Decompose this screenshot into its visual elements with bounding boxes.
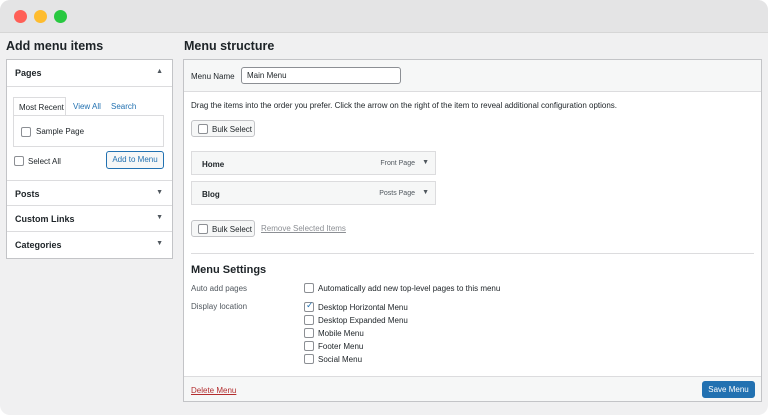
sample-page-label: Sample Page (36, 127, 85, 136)
location-mobile-checkbox[interactable] (304, 328, 314, 338)
location-desktop-horizontal-checkbox[interactable] (304, 300, 314, 312)
minimize-window-button[interactable] (34, 10, 47, 23)
add-menu-items-heading: Add menu items (6, 39, 104, 53)
menu-item-type: Front Page (380, 160, 415, 167)
caret-down-icon[interactable]: ▼ (422, 189, 429, 196)
chevron-down-icon: ▼ (156, 240, 163, 247)
menu-name-bar: Menu Name (184, 60, 761, 92)
title-bar (0, 0, 768, 33)
section-categories-header[interactable]: Categories ▼ (7, 232, 172, 258)
save-menu-button[interactable]: Save Menu (702, 381, 755, 398)
location-social-label: Social Menu (318, 355, 363, 364)
section-custom-links-header[interactable]: Custom Links ▼ (7, 206, 172, 232)
bulk-select-label: Bulk Select (212, 225, 253, 234)
auto-add-pages-label: Auto add pages (191, 284, 248, 293)
menu-footer: Delete Menu Save Menu (184, 376, 761, 401)
section-posts-header[interactable]: Posts ▼ (7, 180, 172, 206)
bulk-select-checkbox[interactable] (198, 224, 208, 234)
menu-structure-heading: Menu structure (184, 39, 275, 53)
app-window: Add menu items Pages ▲ Most Recent View … (0, 0, 768, 415)
remove-selected-items-link[interactable]: Remove Selected Items (261, 224, 346, 233)
auto-add-pages-checkbox[interactable] (304, 283, 314, 293)
section-posts-label: Posts (15, 189, 40, 199)
display-location-label: Display location (191, 302, 248, 311)
bulk-select-label: Bulk Select (212, 125, 253, 134)
bulk-select-checkbox[interactable] (198, 124, 208, 134)
tab-most-recent[interactable]: Most Recent (13, 97, 66, 116)
select-all-checkbox[interactable] (14, 156, 24, 166)
location-desktop-expanded-checkbox[interactable] (304, 315, 314, 325)
section-custom-links-label: Custom Links (15, 214, 75, 224)
chevron-down-icon: ▼ (156, 189, 163, 196)
menu-item-title: Home (202, 160, 225, 169)
location-desktop-expanded-label: Desktop Expanded Menu (318, 316, 408, 325)
menu-item-home[interactable]: Home Front Page ▼ (191, 151, 436, 175)
maximize-window-button[interactable] (54, 10, 67, 23)
location-social-checkbox[interactable] (304, 354, 314, 364)
caret-down-icon[interactable]: ▼ (422, 159, 429, 166)
location-desktop-horizontal-label: Desktop Horizontal Menu (318, 303, 408, 312)
tab-search[interactable]: Search (111, 97, 136, 116)
add-to-menu-button[interactable]: Add to Menu (106, 151, 164, 169)
location-footer-checkbox[interactable] (304, 341, 314, 351)
location-mobile-label: Mobile Menu (318, 329, 364, 338)
menu-item-type: Posts Page (379, 190, 415, 197)
menu-settings-heading: Menu Settings (191, 264, 267, 276)
menu-item-title: Blog (202, 190, 220, 199)
divider (191, 253, 754, 254)
instructions-text: Drag the items into the order you prefer… (191, 101, 618, 110)
auto-add-pages-text: Automatically add new top-level pages to… (318, 284, 501, 293)
menu-name-label: Menu Name (191, 72, 235, 81)
close-window-button[interactable] (14, 10, 27, 23)
bulk-select-button-top[interactable]: Bulk Select (191, 120, 255, 137)
select-all-label: Select All (28, 157, 61, 166)
sample-page-checkbox[interactable] (21, 127, 31, 137)
location-footer-label: Footer Menu (318, 342, 364, 351)
tab-view-all[interactable]: View All (73, 97, 101, 116)
section-pages-label: Pages (15, 68, 42, 78)
chevron-down-icon: ▼ (156, 214, 163, 221)
menu-item-blog[interactable]: Blog Posts Page ▼ (191, 181, 436, 205)
menu-name-input[interactable] (241, 67, 401, 84)
pages-list: Sample Page (13, 115, 164, 147)
section-categories-label: Categories (15, 240, 62, 250)
delete-menu-link[interactable]: Delete Menu (191, 386, 236, 395)
chevron-up-icon: ▲ (156, 68, 163, 75)
bulk-select-button-bottom[interactable]: Bulk Select (191, 220, 255, 237)
pages-tabs: Most Recent View All Search (13, 97, 164, 116)
menu-structure-panel: Menu Name Drag the items into the order … (183, 59, 762, 402)
section-pages-header[interactable]: Pages ▲ (7, 60, 172, 87)
